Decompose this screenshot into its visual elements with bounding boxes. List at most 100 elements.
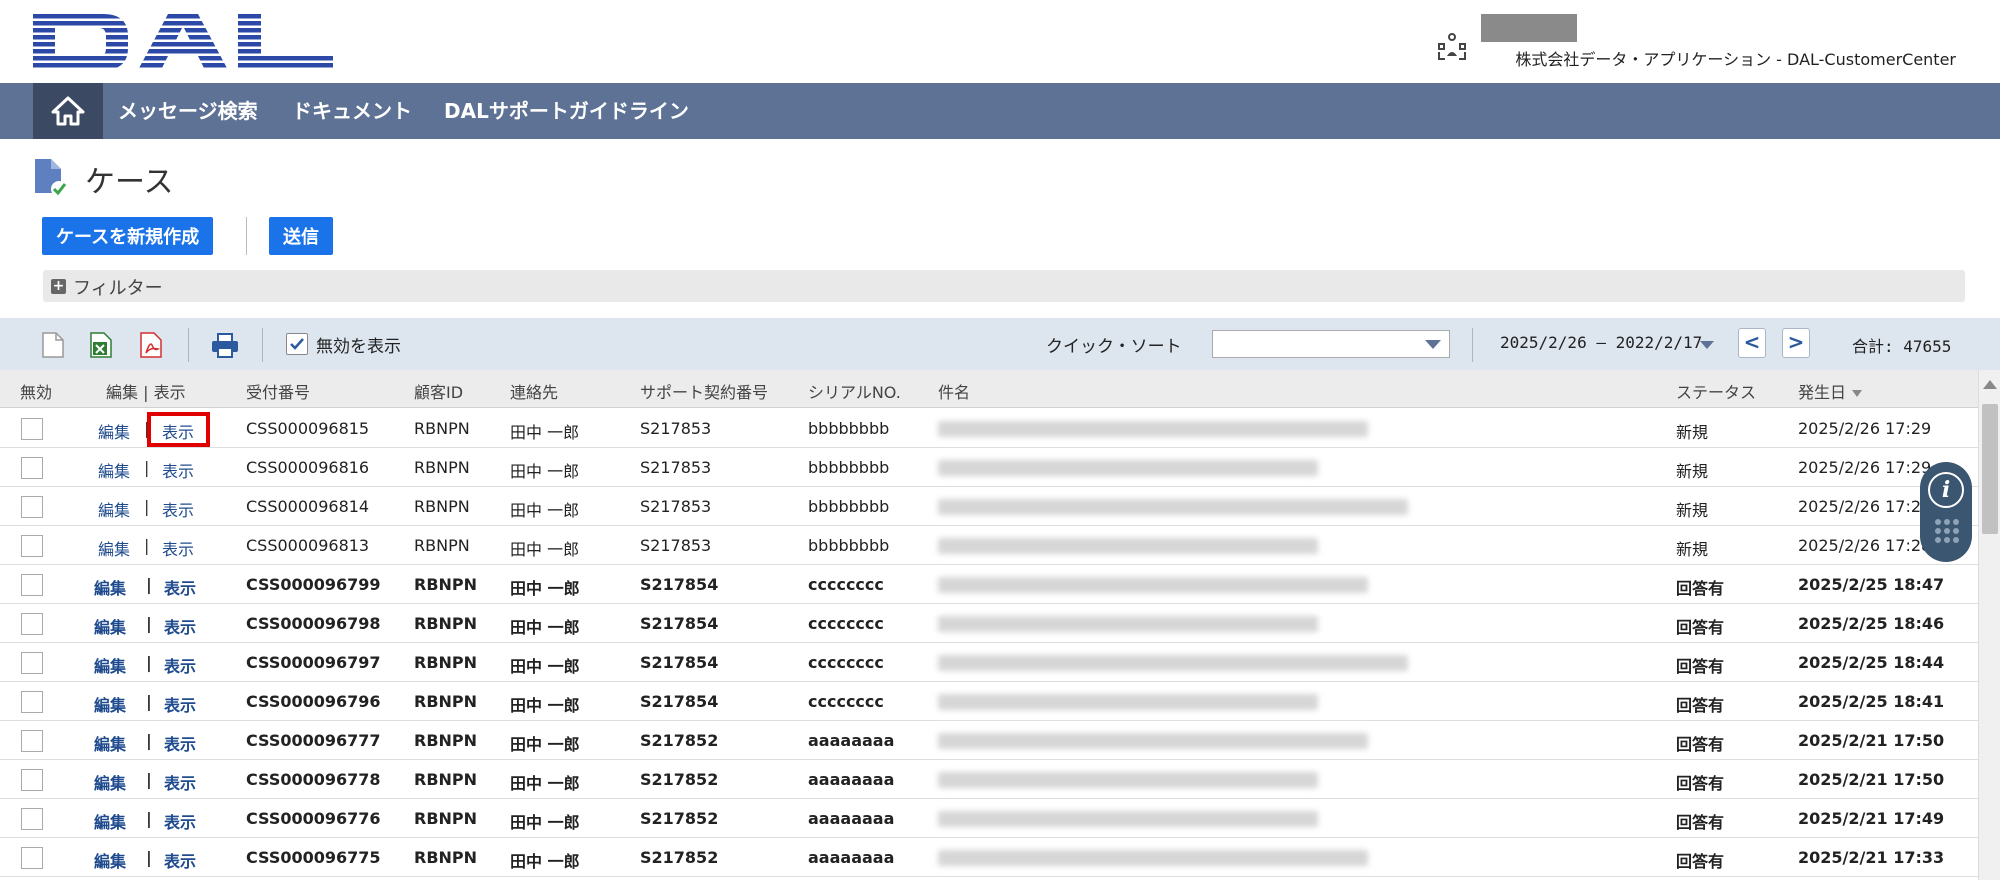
edit-link[interactable]: 編集 [98, 497, 130, 521]
serial-no: bbbbbbbb [808, 497, 890, 516]
row-invalid-checkbox[interactable] [21, 496, 43, 518]
row-invalid-checkbox[interactable] [21, 808, 43, 830]
col-contract-no[interactable]: サポート契約番号 [640, 379, 768, 403]
edit-link[interactable]: 編集 [94, 653, 126, 677]
table-row[interactable]: 編集 | 表示 CSS000096778 RBNPN 田中 一郎 S217852 aaaaaa… [0, 760, 1978, 799]
receipt-no: CSS000096815 [246, 419, 370, 438]
link-separator: | [146, 848, 152, 867]
edit-link[interactable]: 編集 [94, 770, 126, 794]
row-invalid-checkbox[interactable] [21, 652, 43, 674]
edit-link[interactable]: 編集 [98, 536, 130, 560]
row-invalid-checkbox[interactable] [21, 457, 43, 479]
edit-link[interactable]: 編集 [98, 458, 130, 482]
user-name-redacted [1481, 14, 1577, 42]
nav-home-button[interactable] [33, 83, 103, 139]
table-row[interactable]: 編集 | 表示 CSS000096776 RBNPN 田中 一郎 S217852 aaaaaa… [0, 799, 1978, 838]
show-invalid-checkbox[interactable] [286, 333, 308, 355]
prev-page-button[interactable]: < [1738, 328, 1766, 358]
date-range-selector[interactable]: 2025/2/26 – 2022/2/17 [1500, 333, 1702, 352]
export-text-icon[interactable] [40, 331, 66, 359]
view-link[interactable]: 表示 [164, 575, 196, 599]
view-link[interactable]: 表示 [164, 809, 196, 833]
contact-name: 田中 一郎 [510, 852, 580, 871]
table-row[interactable]: 編集 | 表示 CSS000096816 RBNPN 田中 一郎 S217853 bbbbbb… [0, 448, 1978, 487]
table-row[interactable]: 編集 | 表示 CSS000096777 RBNPN 田中 一郎 S217852 aaaaaa… [0, 721, 1978, 760]
table-row[interactable]: 編集 | 表示 CSS000096813 RBNPN 田中 一郎 S217853 bbbbbb… [0, 526, 1978, 565]
table-row[interactable]: 編集 | 表示 CSS000096799 RBNPN 田中 一郎 S217854 cccccc… [0, 565, 1978, 604]
view-link[interactable]: 表示 [164, 614, 196, 638]
occurred-date: 2025/2/26 17:28 [1798, 536, 1932, 555]
view-link[interactable]: 表示 [164, 731, 196, 755]
contract-no: S217853 [640, 458, 712, 477]
contract-no: S217854 [640, 614, 719, 633]
keypad-grid-icon[interactable] [1934, 518, 1960, 544]
toolbar-separator [1472, 328, 1473, 362]
col-date[interactable]: 発生日 [1798, 379, 1863, 403]
row-invalid-checkbox[interactable] [21, 847, 43, 869]
row-invalid-checkbox[interactable] [21, 418, 43, 440]
help-widget[interactable]: i [1920, 462, 1972, 562]
row-invalid-checkbox[interactable] [21, 691, 43, 713]
next-page-button[interactable]: > [1782, 328, 1810, 358]
scroll-up-arrow-icon[interactable] [1983, 380, 1997, 389]
user-org-icon[interactable] [1436, 30, 1468, 62]
edit-link[interactable]: 編集 [94, 809, 126, 833]
vertical-scrollbar[interactable] [1978, 370, 2000, 880]
view-link[interactable]: 表示 [164, 848, 196, 872]
filter-toggle[interactable]: + フィルター [43, 270, 1965, 302]
scroll-thumb[interactable] [1982, 404, 1998, 534]
view-link[interactable]: 表示 [162, 536, 194, 560]
row-invalid-checkbox[interactable] [21, 730, 43, 752]
table-row[interactable]: 編集 | 表示 CSS000096775 RBNPN 田中 一郎 S217852 aaaaaa… [0, 838, 1978, 877]
edit-link[interactable]: 編集 [94, 692, 126, 716]
info-icon[interactable]: i [1928, 472, 1964, 508]
nav-support-guideline[interactable]: DALサポートガイドライン [444, 83, 689, 139]
export-excel-icon[interactable] [88, 331, 114, 359]
print-icon[interactable] [210, 331, 240, 359]
send-button[interactable]: 送信 [269, 217, 333, 255]
col-status[interactable]: ステータス [1676, 379, 1756, 403]
date-range-dropdown-icon[interactable] [1700, 341, 1714, 349]
edit-link[interactable]: 編集 [94, 848, 126, 872]
export-pdf-icon[interactable] [138, 331, 164, 359]
button-divider [246, 217, 247, 255]
edit-link[interactable]: 編集 [94, 614, 126, 638]
col-receipt-no[interactable]: 受付番号 [246, 379, 310, 403]
row-invalid-checkbox[interactable] [21, 574, 43, 596]
table-row[interactable]: 編集 | 表示 CSS000096815 RBNPN 田中 一郎 S217853 bbbbbb… [0, 409, 1978, 448]
col-invalid[interactable]: 無効 [20, 379, 52, 403]
edit-link[interactable]: 編集 [94, 575, 126, 599]
table-row[interactable]: 編集 | 表示 CSS000096814 RBNPN 田中 一郎 S217853 bbbbbb… [0, 487, 1978, 526]
occurred-date: 2025/2/25 18:44 [1798, 653, 1945, 672]
col-customer-id[interactable]: 顧客ID [414, 379, 463, 403]
dal-logo[interactable] [33, 14, 333, 70]
row-invalid-checkbox[interactable] [21, 613, 43, 635]
view-link[interactable]: 表示 [164, 653, 196, 677]
occurred-date: 2025/2/21 17:49 [1798, 809, 1945, 828]
view-link[interactable]: 表示 [164, 770, 196, 794]
row-invalid-checkbox[interactable] [21, 769, 43, 791]
table-row[interactable]: 編集 | 表示 CSS000096797 RBNPN 田中 一郎 S217854 cccccc… [0, 643, 1978, 682]
customer-id: RBNPN [414, 848, 478, 867]
receipt-no: CSS000096796 [246, 692, 381, 711]
link-separator: | [144, 497, 150, 516]
view-link[interactable]: 表示 [162, 497, 194, 521]
row-invalid-checkbox[interactable] [21, 535, 43, 557]
table-row[interactable]: 編集 | 表示 CSS000096798 RBNPN 田中 一郎 S217854 cccccc… [0, 604, 1978, 643]
nav-message-search[interactable]: メッセージ検索 [118, 83, 258, 139]
status-text: 回答有 [1676, 774, 1725, 793]
status-text: 回答有 [1676, 657, 1725, 676]
view-link[interactable]: 表示 [164, 692, 196, 716]
edit-link[interactable]: 編集 [98, 419, 130, 443]
case-table: 無効 編集 | 表示 受付番号 顧客ID 連絡先 サポート契約番号 シリアルNO… [0, 370, 1978, 880]
table-row[interactable]: 編集 | 表示 CSS000096796 RBNPN 田中 一郎 S217854 cccccc… [0, 682, 1978, 721]
col-contact[interactable]: 連絡先 [510, 379, 558, 403]
nav-documents[interactable]: ドキュメント [292, 83, 412, 139]
col-subject[interactable]: 件名 [938, 379, 970, 403]
quick-sort-select[interactable] [1212, 330, 1450, 358]
new-case-button[interactable]: ケースを新規作成 [42, 217, 214, 255]
status-text: 新規 [1676, 540, 1709, 559]
edit-link[interactable]: 編集 [94, 731, 126, 755]
view-link[interactable]: 表示 [162, 458, 194, 482]
col-serial[interactable]: シリアルNO. [808, 379, 901, 403]
